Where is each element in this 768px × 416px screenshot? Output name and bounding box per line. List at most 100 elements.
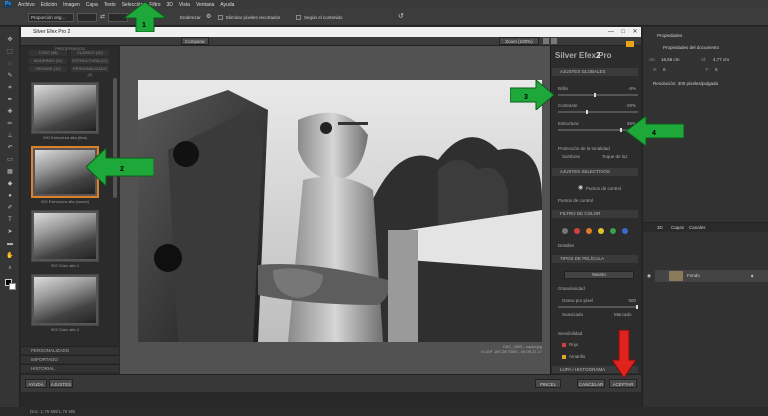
background-color-swatch[interactable] xyxy=(9,283,16,290)
settings-button[interactable]: AJUSTES xyxy=(49,379,73,388)
path-select-icon[interactable]: ➤ xyxy=(6,229,14,235)
history-brush-icon[interactable]: ↶ xyxy=(6,145,14,151)
control-point-icon[interactable]: ◉ xyxy=(578,184,583,191)
presets-panel: PREDEFINIDOS TODO (38) CLÁSICO (15) MODE… xyxy=(21,46,119,374)
filter-red-dot[interactable] xyxy=(574,228,580,234)
brightness-slider[interactable] xyxy=(558,93,638,97)
dodge-icon[interactable]: ● xyxy=(6,193,14,199)
contrast-label: Contraste xyxy=(558,103,578,108)
menu-ayuda[interactable]: Ayuda xyxy=(220,2,234,8)
menu-vista[interactable]: Vista xyxy=(179,2,190,8)
section-global-adjustments[interactable]: AJUSTES GLOBALES xyxy=(552,68,638,76)
close-icon[interactable]: ✕ xyxy=(630,27,640,37)
category-all[interactable]: TODO (38) xyxy=(29,50,67,56)
view-split-icon[interactable] xyxy=(551,38,557,44)
film-type-select[interactable]: Neutro xyxy=(564,271,634,279)
category-classic[interactable]: CLÁSICO (15) xyxy=(71,50,109,56)
delete-cropped-label: Eliminar píxeles recortados xyxy=(226,15,281,20)
eyedropper-icon[interactable]: ✒ xyxy=(6,97,14,103)
maximize-icon[interactable]: □ xyxy=(618,27,628,37)
menu-3d[interactable]: 3D xyxy=(167,2,173,8)
annotation-number-2: 2 xyxy=(120,166,124,173)
layer-thumbnail xyxy=(669,271,683,281)
gradient-icon[interactable]: ▦ xyxy=(6,169,14,175)
ok-button[interactable]: ACEPTAR xyxy=(609,379,637,388)
content-aware-label: Según el contenido xyxy=(304,15,343,20)
brush-button[interactable]: PINCEL xyxy=(535,379,561,388)
width-field[interactable] xyxy=(77,13,97,22)
content-aware-checkbox[interactable] xyxy=(296,15,301,20)
filter-orange-dot[interactable] xyxy=(586,228,592,234)
help-button[interactable]: AYUDA xyxy=(25,379,47,388)
help-badge-icon[interactable] xyxy=(626,41,634,47)
annotation-arrow-3: 3 xyxy=(510,80,554,110)
tab-channels[interactable]: Canales xyxy=(689,225,706,230)
category-structure[interactable]: ESTRUCTURA (12) xyxy=(71,58,109,64)
stamp-icon[interactable]: ⊥ xyxy=(6,133,14,139)
yellow-sensitivity-label: Amarillo xyxy=(569,354,586,359)
move-tool-icon[interactable]: ✥ xyxy=(6,37,14,43)
menu-ventana[interactable]: Ventana xyxy=(196,2,214,8)
lasso-tool-icon[interactable]: ◌ xyxy=(6,61,14,67)
preset-thumb-1[interactable] xyxy=(31,82,99,134)
crop-tool-icon[interactable]: ⌗ xyxy=(6,85,14,91)
brush-icon[interactable]: ✏ xyxy=(6,121,14,127)
statue-photo-image xyxy=(138,80,542,342)
tab-3d[interactable]: 3D xyxy=(657,225,663,230)
section-film-type[interactable]: TIPOS DE PELÍCULA xyxy=(552,255,638,263)
section-color-filter[interactable]: FILTRO DE COLOR xyxy=(552,210,638,218)
panel-history[interactable]: HISTORIAL xyxy=(21,364,119,372)
marquee-tool-icon[interactable]: ⬚ xyxy=(6,49,14,55)
compare-button[interactable]: Comparar xyxy=(181,37,209,45)
annotation-number-3: 3 xyxy=(524,94,528,101)
height-label: Al: xyxy=(701,57,707,62)
panel-custom[interactable]: PERSONALIZADO xyxy=(21,346,119,354)
filter-blue-dot[interactable] xyxy=(622,228,628,234)
minimize-icon[interactable]: — xyxy=(606,27,616,37)
preview-photo[interactable] xyxy=(138,80,542,342)
shape-icon[interactable]: ▬ xyxy=(6,241,14,247)
filter-neutral-dot[interactable] xyxy=(562,228,568,234)
zoom-icon[interactable]: ⌕ xyxy=(6,265,14,271)
ratio-select[interactable]: Proporción orig... xyxy=(28,13,74,22)
filter-yellow-dot[interactable] xyxy=(598,228,604,234)
cancel-button[interactable]: CANCELAR xyxy=(577,379,605,388)
control-point-button[interactable]: Puntos de control xyxy=(586,186,621,191)
contrast-slider[interactable] xyxy=(558,110,638,114)
enderezar-label[interactable]: Enderezar xyxy=(180,15,201,20)
preset-thumb-3[interactable] xyxy=(31,210,99,262)
menu-capa[interactable]: Capa xyxy=(86,2,98,8)
panel-imported[interactable]: IMPORTADO xyxy=(21,355,119,363)
healing-icon[interactable]: ✚ xyxy=(6,109,14,115)
quick-select-icon[interactable]: ✎ xyxy=(6,73,14,79)
category-custom[interactable]: PERSONALIZADO (0) xyxy=(71,66,109,77)
section-selective-adjustments[interactable]: AJUSTES SELECTIVOS xyxy=(552,168,638,176)
delete-cropped-checkbox[interactable] xyxy=(218,15,223,20)
tab-layers[interactable]: Capas xyxy=(671,225,684,230)
zoom-select[interactable]: Zoom (100%) xyxy=(499,37,539,45)
filter-green-dot[interactable] xyxy=(610,228,616,234)
pen-icon[interactable]: ✐ xyxy=(6,205,14,211)
menu-imagen[interactable]: Imagen xyxy=(63,2,80,8)
menu-edicion[interactable]: Edición xyxy=(41,2,57,8)
menu-archivo[interactable]: Archivo xyxy=(18,2,35,8)
swap-icon[interactable]: ⇄ xyxy=(100,13,105,20)
preset-label-4: 003 Claro alto 2 xyxy=(50,327,80,332)
silver-efex-titlebar: Silver Efex Pro 2 — □ ✕ xyxy=(21,27,641,37)
menu-texto[interactable]: Texto xyxy=(104,2,116,8)
type-tool-icon[interactable]: T xyxy=(6,217,14,223)
gear-icon[interactable]: ⚙ xyxy=(206,13,211,20)
view-single-icon[interactable] xyxy=(543,38,549,44)
blur-icon[interactable]: ◆ xyxy=(6,181,14,187)
reset-icon[interactable]: ↺ xyxy=(398,12,404,20)
preset-thumb-4[interactable] xyxy=(31,274,99,326)
hand-icon[interactable]: ✋ xyxy=(6,253,14,259)
eraser-icon[interactable]: ▭ xyxy=(6,157,14,163)
options-bar: Proporción orig... ⇄ Enderezar ⚙ Elimina… xyxy=(0,9,768,26)
eye-icon[interactable]: ◉ xyxy=(647,273,651,279)
grain-slider[interactable] xyxy=(558,305,638,309)
properties-tab[interactable]: Propiedades xyxy=(657,33,682,38)
layer-name: Fondo xyxy=(687,273,700,278)
category-modern[interactable]: MODERNO (11) xyxy=(29,58,67,64)
category-vintage[interactable]: VINTAGE (12) xyxy=(29,66,67,72)
